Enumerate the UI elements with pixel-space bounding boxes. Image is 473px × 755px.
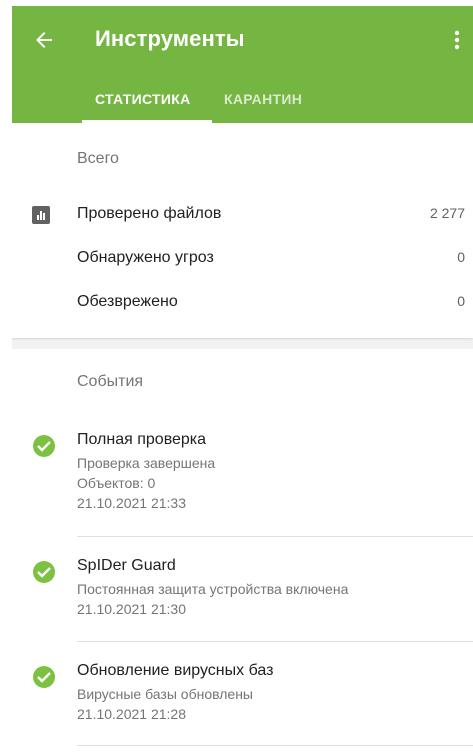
event-timestamp: 21.10.2021 21:28 [77, 706, 186, 722]
app-bar: Инструменты СТАТИСТИКА КАРАНТИН [12, 6, 473, 123]
event-timestamp: 21.10.2021 21:30 [77, 601, 186, 617]
stat-row-neutralized[interactable]: Обезврежено 0 [12, 283, 473, 323]
event-status: Проверка завершена [77, 455, 216, 471]
stat-label: Проверено файлов [77, 205, 222, 222]
page-title: Инструменты [95, 26, 245, 51]
tab-bar: СТАТИСТИКА КАРАНТИН [12, 69, 473, 123]
tab-statistics[interactable]: СТАТИСТИКА [95, 91, 191, 107]
event-timestamp: 21.10.2021 21:33 [77, 495, 186, 511]
divider [77, 745, 473, 746]
bar-chart-icon [32, 206, 50, 224]
stat-row-threats[interactable]: Обнаружено угроз 0 [12, 239, 473, 279]
more-vert-icon[interactable] [449, 26, 465, 54]
stat-value: 0 [457, 293, 465, 309]
event-status: Постоянная защита устройства включена [77, 581, 349, 597]
divider [77, 536, 473, 537]
event-title: Обновление вирусных баз [77, 662, 274, 679]
stat-value: 2 277 [429, 205, 465, 221]
section-gap [12, 338, 473, 349]
check-circle-icon [33, 435, 55, 457]
stat-value: 0 [457, 249, 465, 265]
totals-section-title: Всего [77, 150, 119, 167]
totals-card: Всего Проверено файлов 2 277 Обнаружено … [12, 123, 473, 338]
check-circle-icon [33, 561, 55, 583]
tab-quarantine[interactable]: КАРАНТИН [224, 91, 302, 107]
events-card: События Полная проверка Проверка заверше… [12, 349, 473, 755]
event-objects: Объектов: 0 [77, 475, 156, 491]
events-section-title: События [77, 373, 144, 390]
stat-row-scanned[interactable]: Проверено файлов 2 277 [12, 195, 473, 235]
event-status: Вирусные базы обновлены [77, 686, 253, 702]
stat-label: Обезврежено [77, 293, 178, 310]
screen: Инструменты СТАТИСТИКА КАРАНТИН Всего Пр… [12, 6, 473, 755]
event-title: SpIDer Guard [77, 557, 176, 574]
divider [77, 641, 473, 642]
arrow-left-icon[interactable] [32, 28, 56, 52]
event-title: Полная проверка [77, 431, 207, 448]
check-circle-icon [33, 666, 55, 688]
stat-label: Обнаружено угроз [77, 249, 214, 266]
